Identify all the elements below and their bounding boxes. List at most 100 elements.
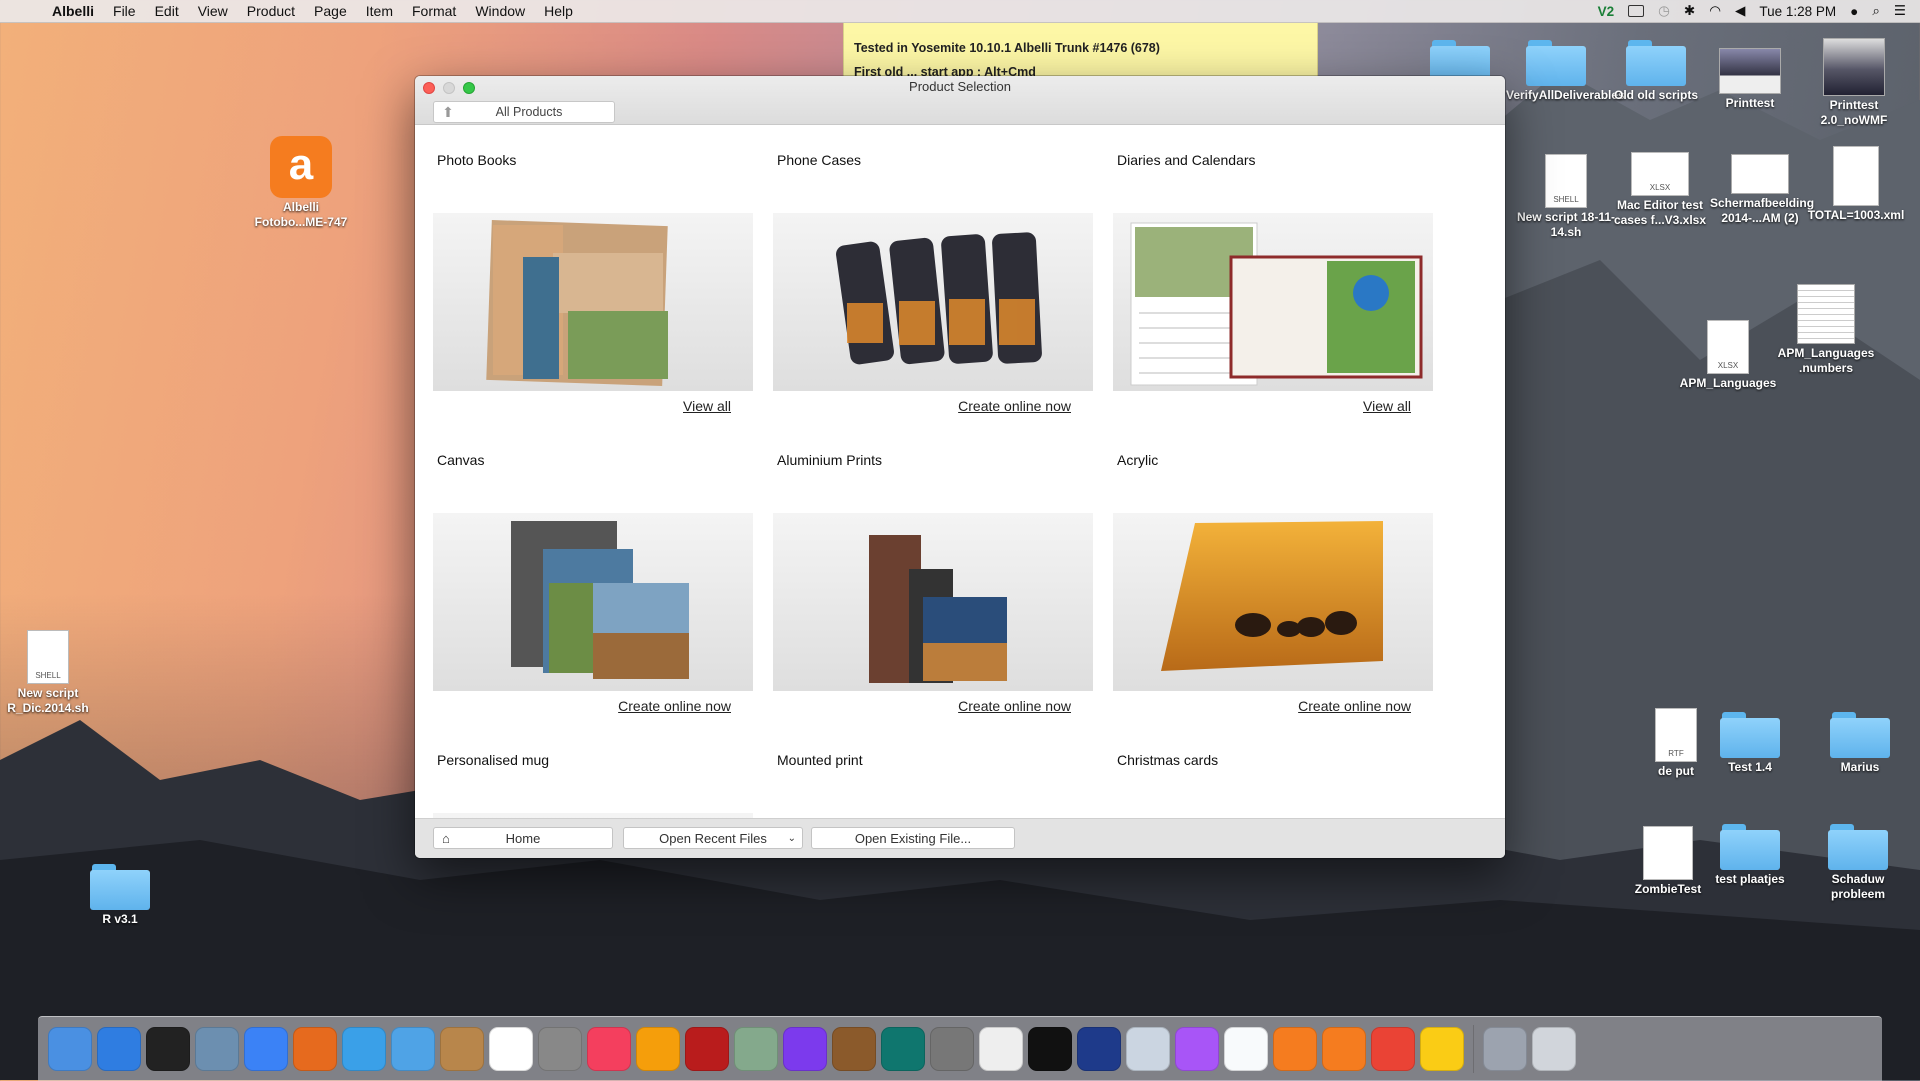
desktop-icon-printtest-2[interactable]: Printtest 2.0_noWMF	[1804, 38, 1904, 128]
desktop-icon-new-script[interactable]: SHELL New script 18-11-14.sh	[1516, 154, 1616, 240]
menu-app-name[interactable]: Albelli	[52, 3, 94, 19]
desktop-icon-verify-folder[interactable]: VerifyAllDeliverables	[1506, 40, 1625, 103]
product-card-diaries-calendars[interactable]: Diaries and Calendars View all	[1113, 152, 1433, 414]
dock-app-icon[interactable]	[1175, 1027, 1219, 1071]
product-card-personalised-mug[interactable]: Personalised mug	[433, 752, 753, 819]
dock-app-icon[interactable]	[440, 1027, 484, 1071]
shell-script-icon: SHELL	[27, 630, 69, 684]
menu-help[interactable]: Help	[544, 3, 573, 19]
dock-app-icon[interactable]	[832, 1027, 876, 1071]
dock-app-icon[interactable]	[1483, 1027, 1527, 1071]
product-card-canvas[interactable]: Canvas Create online now	[433, 452, 753, 714]
dock-app-icon[interactable]	[1532, 1027, 1576, 1071]
desktop-icon-apm-languages-xlsx[interactable]: XLSX APM_Languages	[1678, 320, 1778, 391]
home-button[interactable]: ⌂ Home	[433, 827, 613, 849]
menu-view[interactable]: View	[198, 3, 228, 19]
desktop-icon-schaduw-folder[interactable]: Schaduw probleem	[1808, 824, 1908, 902]
view-all-link[interactable]: View all	[683, 398, 731, 414]
open-existing-file-button[interactable]: Open Existing File...	[811, 827, 1015, 849]
product-image[interactable]	[1113, 513, 1433, 691]
product-image[interactable]	[1113, 213, 1433, 391]
desktop-icon-apm-languages-numbers[interactable]: APM_Languages .numbers	[1776, 284, 1876, 376]
menu-file[interactable]: File	[113, 3, 136, 19]
dock-app-icon[interactable]	[1420, 1027, 1464, 1071]
product-card-photo-books[interactable]: Photo Books View all	[433, 152, 753, 414]
create-online-link[interactable]: Create online now	[958, 398, 1071, 414]
dock-app-icon[interactable]	[195, 1027, 239, 1071]
product-card-mounted-print[interactable]: Mounted print	[773, 752, 1093, 819]
desktop-icon-shell-script[interactable]: SHELL New script R_Dic.2014.sh	[0, 630, 98, 716]
sticky-note[interactable]: Tested in Yosemite 10.10.1 Albelli Trunk…	[843, 22, 1318, 80]
dock-app-icon[interactable]	[538, 1027, 582, 1071]
desktop-icon-label: Mac Editor test cases f...V3.xlsx	[1613, 198, 1707, 227]
open-recent-files-dropdown[interactable]: Open Recent Files ⌄	[623, 827, 803, 849]
dock-app-icon[interactable]	[97, 1027, 141, 1071]
desktop-icon-test-plaatjes-folder[interactable]: test plaatjes	[1700, 824, 1800, 887]
dock-app-icon[interactable]	[1224, 1027, 1268, 1071]
desktop-icon-mac-editor-xlsx[interactable]: XLSX Mac Editor test cases f...V3.xlsx	[1610, 152, 1710, 228]
product-card-acrylic[interactable]: Acrylic Create online now	[1113, 452, 1433, 714]
time-machine-icon[interactable]: ◷	[1658, 3, 1670, 19]
bluetooth-icon[interactable]: ✱	[1684, 3, 1695, 19]
dock-app-icon[interactable]	[342, 1027, 386, 1071]
menu-edit[interactable]: Edit	[155, 3, 179, 19]
menu-page[interactable]: Page	[314, 3, 347, 19]
product-image[interactable]	[773, 513, 1093, 691]
dock-app-icon[interactable]	[1077, 1027, 1121, 1071]
create-online-link[interactable]: Create online now	[1298, 698, 1411, 714]
dock-app-icon[interactable]	[1126, 1027, 1170, 1071]
dock-app-icon[interactable]	[244, 1027, 288, 1071]
dock-app-icon[interactable]	[734, 1027, 778, 1071]
product-card-phone-cases[interactable]: Phone Cases Create online now	[773, 152, 1093, 414]
wifi-icon[interactable]: ◠	[1709, 3, 1721, 19]
dock-app-icon[interactable]	[391, 1027, 435, 1071]
user-icon[interactable]: ●	[1850, 4, 1858, 19]
menu-product[interactable]: Product	[247, 3, 295, 19]
dock-app-icon[interactable]	[1028, 1027, 1072, 1071]
product-image[interactable]	[773, 213, 1093, 391]
product-card-christmas-cards[interactable]: Christmas cards	[1113, 752, 1433, 819]
dock-app-icon[interactable]	[636, 1027, 680, 1071]
dock-app-icon[interactable]	[881, 1027, 925, 1071]
v2-status-icon[interactable]: V2	[1598, 4, 1615, 19]
desktop-icon-old-scripts-folder[interactable]: Old old scripts	[1606, 40, 1706, 103]
product-title: Personalised mug	[437, 752, 550, 768]
desktop-icon-total-xml[interactable]: TOTAL=1003.xml	[1806, 146, 1906, 223]
menu-window[interactable]: Window	[475, 3, 525, 19]
desktop-icon-albelli-app[interactable]: a Albelli Fotobo...ME-747	[251, 136, 351, 230]
dock-app-icon[interactable]	[146, 1027, 190, 1071]
volume-icon[interactable]: ◀	[1735, 3, 1745, 19]
screen-mirror-icon[interactable]	[1628, 5, 1645, 17]
view-all-link[interactable]: View all	[1363, 398, 1411, 414]
dock-app-icon[interactable]	[587, 1027, 631, 1071]
dock-app-icon[interactable]	[1273, 1027, 1317, 1071]
menu-format[interactable]: Format	[412, 3, 456, 19]
dock-app-icon[interactable]	[1322, 1027, 1366, 1071]
product-card-aluminium-prints[interactable]: Aluminium Prints Create online now	[773, 452, 1093, 714]
desktop-icon-r-folder[interactable]: R v3.1	[70, 864, 170, 927]
product-image[interactable]	[433, 213, 753, 391]
product-image[interactable]	[433, 513, 753, 691]
dock-app-icon[interactable]	[293, 1027, 337, 1071]
desktop-icon-printtest[interactable]: Printtest	[1700, 48, 1800, 111]
dock-app-icon[interactable]	[48, 1027, 92, 1071]
dock-app-icon[interactable]	[783, 1027, 827, 1071]
window-titlebar[interactable]: Product Selection ⬆ All Products	[415, 76, 1505, 125]
dock-app-icon[interactable]	[685, 1027, 729, 1071]
desktop-icon-screenshot[interactable]: Schermafbeelding 2014-...AM (2)	[1710, 154, 1814, 226]
spotlight-icon[interactable]: ⌕	[1872, 3, 1880, 19]
desktop-icon-test-folder[interactable]: Test 1.4	[1700, 712, 1800, 775]
window-bottom-bar: ⌂ Home Open Recent Files ⌄ Open Existing…	[415, 818, 1505, 858]
clock[interactable]: Tue 1:28 PM	[1759, 4, 1836, 19]
menu-item[interactable]: Item	[366, 3, 393, 19]
desktop-icon-marius-folder[interactable]: Marius	[1810, 712, 1910, 775]
all-products-button[interactable]: ⬆ All Products	[433, 101, 615, 123]
create-online-link[interactable]: Create online now	[958, 698, 1071, 714]
dock-app-icon[interactable]	[489, 1027, 533, 1071]
notification-center-icon[interactable]: ☰	[1894, 3, 1906, 19]
shell-script-icon: SHELL	[1545, 154, 1587, 208]
dock-app-icon[interactable]	[1371, 1027, 1415, 1071]
dock-app-icon[interactable]	[979, 1027, 1023, 1071]
dock-app-icon[interactable]	[930, 1027, 974, 1071]
create-online-link[interactable]: Create online now	[618, 698, 731, 714]
